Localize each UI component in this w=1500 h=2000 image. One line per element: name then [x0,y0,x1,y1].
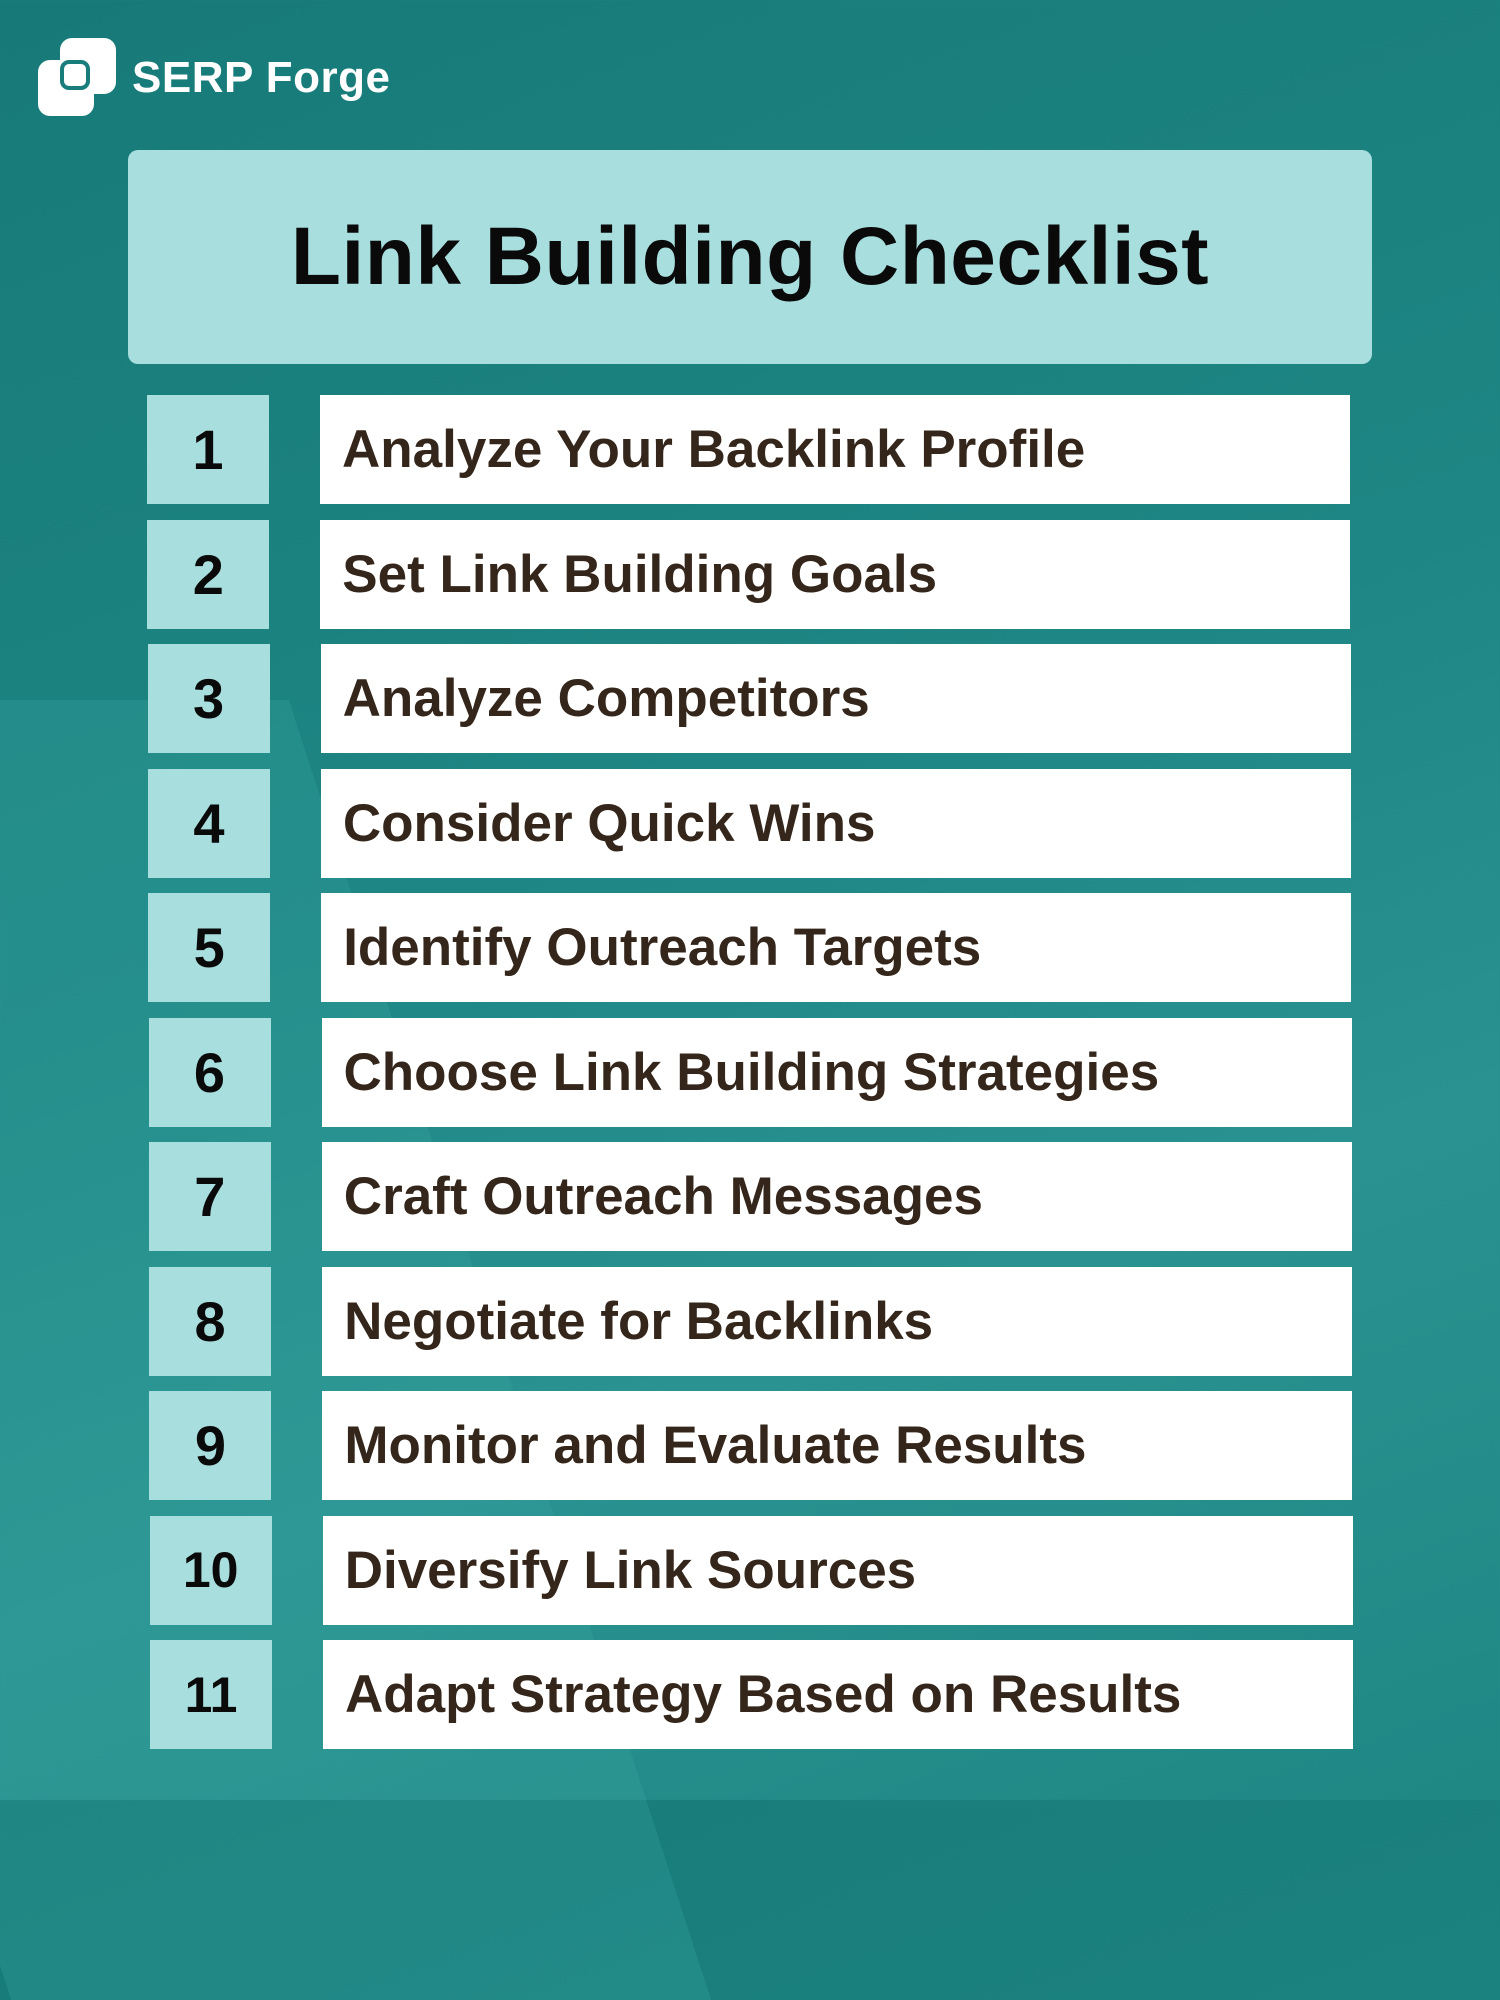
item-label: Adapt Strategy Based on Results [323,1640,1353,1749]
item-number: 7 [148,1142,271,1251]
checklist-item: 8 Negotiate for Backlinks [149,1266,1353,1376]
item-number: 1 [147,395,269,504]
brand-name: SERP Forge [132,53,391,102]
checklist-item: 4 Consider Quick Wins [147,768,1351,878]
item-label: Analyze Your Backlink Profile [320,395,1350,504]
checklist-item: 3 Analyze Competitors [147,644,1351,753]
checklist-item: 9 Monitor and Evaluate Results [149,1391,1353,1500]
item-label: Identify Outreach Targets [321,893,1352,1002]
title-card: Link Building Checklist [128,150,1372,364]
checklist-item: 1 Analyze Your Backlink Profile [147,395,1350,504]
item-number: 4 [147,768,270,878]
item-number: 8 [149,1266,272,1376]
item-label: Monitor and Evaluate Results [322,1391,1353,1500]
item-number: 9 [149,1391,272,1500]
item-number: 10 [149,1515,272,1625]
item-label: Craft Outreach Messages [321,1142,1352,1251]
item-number: 6 [148,1017,271,1127]
item-number: 11 [150,1640,272,1749]
item-label: Consider Quick Wins [320,768,1351,878]
checklist-item: 7 Craft Outreach Messages [148,1142,1352,1251]
overlapping-squares-icon [38,38,118,118]
checklist-item: 2 Set Link Building Goals [147,519,1351,629]
item-label: Analyze Competitors [320,644,1351,753]
item-number: 2 [147,519,270,629]
checklist-item: 6 Choose Link Building Strategies [148,1017,1352,1127]
checklist-item: 10 Diversify Link Sources [149,1515,1353,1625]
checklist-item: 5 Identify Outreach Targets [148,893,1352,1002]
item-label: Choose Link Building Strategies [321,1017,1352,1127]
item-number: 5 [148,893,271,1002]
brand-logo: SERP Forge [38,38,390,118]
item-number: 3 [147,644,270,753]
item-label: Diversify Link Sources [322,1515,1353,1625]
item-label: Set Link Building Goals [320,519,1351,629]
checklist-item: 11 Adapt Strategy Based on Results [150,1640,1353,1749]
item-label: Negotiate for Backlinks [322,1266,1353,1376]
page-title: Link Building Checklist [290,211,1210,302]
